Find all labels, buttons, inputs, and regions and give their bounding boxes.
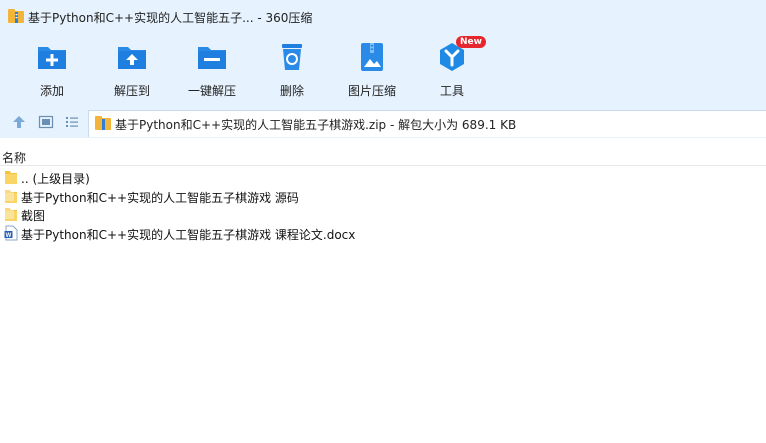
tools-button[interactable]: New 工具: [412, 36, 492, 100]
recycle-delete-icon: [282, 44, 302, 70]
up-arrow-icon[interactable]: [11, 114, 27, 130]
navigation-bar: 基于Python和C++实现的人工智能五子棋游戏.zip - 解包大小为 689…: [0, 106, 766, 138]
address-bar[interactable]: 基于Python和C++实现的人工智能五子棋游戏.zip - 解包大小为 689…: [88, 110, 766, 137]
folder-icon: [5, 207, 17, 221]
list-item-screenshots-folder[interactable]: 截图: [0, 205, 766, 223]
window-title: 基于Python和C++实现的人工智能五子... - 360压缩: [28, 11, 313, 25]
one-click-extract-label: 一键解压: [187, 84, 236, 98]
one-click-extract-icon: [198, 47, 226, 69]
file-name: 截图: [21, 209, 46, 223]
one-click-extract-button[interactable]: 一键解压: [172, 38, 252, 100]
folder-icon: [5, 171, 17, 184]
delete-button[interactable]: 删除: [252, 38, 332, 100]
archive-app-icon: [8, 9, 24, 23]
column-header: 名称: [0, 146, 766, 166]
tools-label: 工具: [439, 84, 464, 98]
column-name-header[interactable]: 名称: [2, 149, 26, 166]
extract-to-button[interactable]: 解压到: [92, 38, 172, 100]
image-compress-icon: [361, 43, 383, 71]
thumbnail-view-icon[interactable]: [38, 114, 54, 130]
image-compress-label: 图片压缩: [347, 84, 396, 98]
title-bar: 基于Python和C++实现的人工智能五子... - 360压缩: [0, 0, 766, 32]
zip-file-icon: [95, 116, 111, 130]
extract-to-label: 解压到: [113, 84, 150, 98]
list-item-docx-file[interactable]: W 基于Python和C++实现的人工智能五子棋游戏 课程论文.docx: [0, 224, 766, 242]
add-icon: [38, 47, 66, 69]
file-name: .. (上级目录): [21, 172, 90, 186]
word-document-icon: W: [4, 225, 18, 241]
main-toolbar: 添加 解压到 一键解压 删除 图片压缩 New 工具: [0, 32, 766, 106]
list-view-icon[interactable]: [64, 114, 80, 130]
add-button[interactable]: 添加: [12, 38, 92, 100]
list-item-parent-directory[interactable]: .. (上级目录): [0, 168, 766, 186]
folder-icon: [5, 189, 17, 203]
archive-path: 基于Python和C++实现的人工智能五子棋游戏.zip - 解包大小为 689…: [115, 118, 517, 132]
header-divider: [0, 165, 766, 166]
file-name: 基于Python和C++实现的人工智能五子棋游戏 源码: [21, 191, 299, 205]
list-item-source-folder[interactable]: 基于Python和C++实现的人工智能五子棋游戏 源码: [0, 187, 766, 205]
file-name: 基于Python和C++实现的人工智能五子棋游戏 课程论文.docx: [21, 228, 356, 242]
new-badge: New: [456, 36, 486, 48]
extract-to-icon: [118, 47, 146, 69]
delete-label: 删除: [279, 84, 304, 98]
svg-text:W: W: [6, 233, 12, 239]
image-compress-button[interactable]: 图片压缩: [332, 38, 412, 100]
add-label: 添加: [39, 84, 64, 98]
